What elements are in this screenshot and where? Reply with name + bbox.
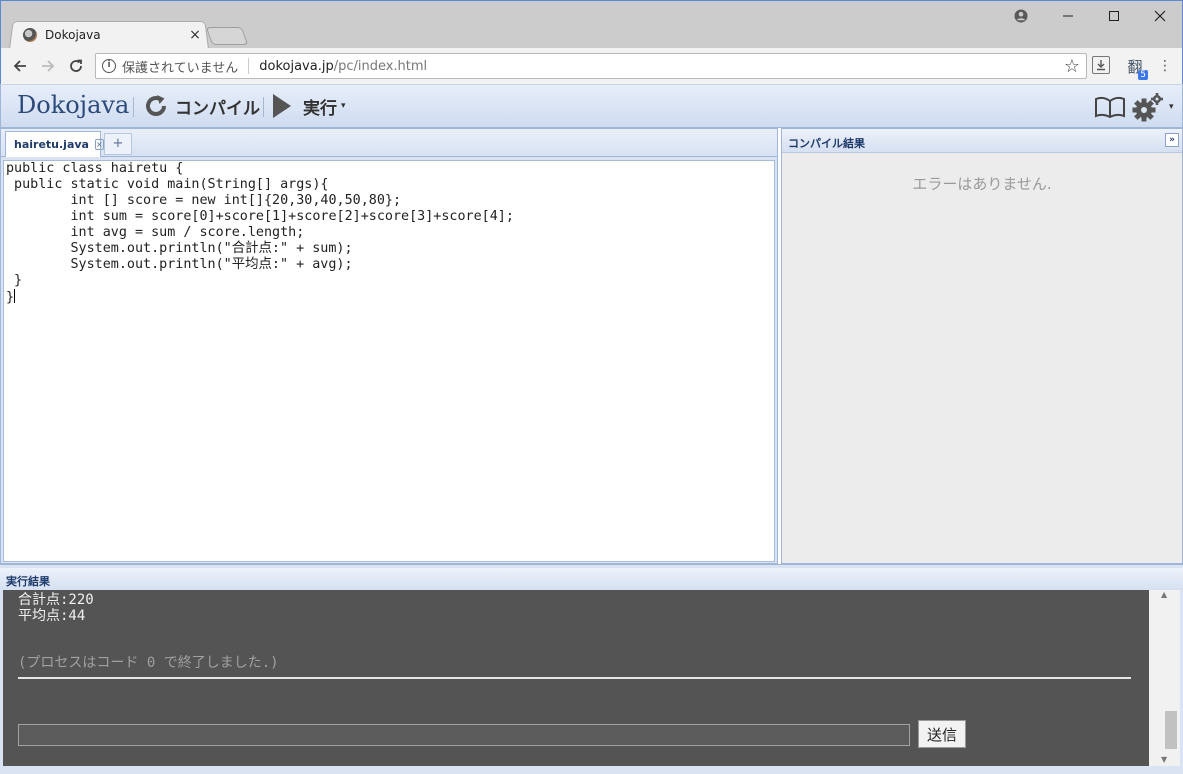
text-cursor [14,289,16,303]
scroll-down-arrow-icon[interactable]: ▼ [1161,755,1167,764]
run-result-pane: 実行結果 合計点:220 平均点:44 (プロセスはコード 0 で終了しました.… [0,564,1183,774]
gear-icon [1132,93,1163,122]
app-logo[interactable]: Dokojava [17,91,129,119]
console-scrollbar[interactable]: ▲ ▼ [1149,590,1180,766]
maximize-button[interactable] [1094,5,1134,27]
console-divider [18,677,1131,679]
compile-result-header: コンパイル結果 » [782,129,1182,153]
forward-button[interactable] [36,54,60,78]
send-button[interactable]: 送信 [918,720,966,748]
toolbar-divider [263,97,264,117]
console-output-line: 平均点:44 [18,608,86,624]
run-dropdown-caret-icon[interactable]: ▾ [341,101,346,111]
code-text: } [6,290,15,305]
back-button[interactable] [8,54,32,78]
bookmark-star-icon[interactable]: ☆ [1064,56,1080,77]
process-exit-message: (プロセスはコード 0 で終了しました.) [18,655,279,671]
file-tab-bar: hairetu.java × + [1,129,777,157]
not-secure-label: 保護されていません [122,60,239,76]
reload-button[interactable] [64,54,88,78]
stdin-input[interactable] [18,724,910,746]
download-extension-icon[interactable] [1092,56,1110,74]
code-line: public class hairetu { [6,161,184,176]
scrollbar-thumb[interactable] [1165,711,1177,749]
compile-result-pane: コンパイル結果 » エラーはありません. [781,128,1183,564]
code-line: int [] score = new int[]{20,30,40,50,80}… [6,193,402,208]
run-result-header: 実行結果 [0,568,1183,590]
compile-status-message: エラーはありません. [912,175,1052,193]
minimize-button[interactable] [1048,5,1088,27]
file-tab-label: hairetu.java [14,138,89,151]
code-line: System.out.println("平均点:" + avg); [6,257,353,272]
compile-button[interactable]: コンパイル [143,91,260,121]
code-line: System.out.println("合計点:" + sum); [6,241,353,256]
close-window-button[interactable] [1140,5,1180,27]
add-file-tab-button[interactable]: + [104,133,132,155]
omnibox-divider [248,58,250,74]
code-line-last: } [4,289,774,306]
browser-address-bar: i 保護されていません dokojava.jp /pc/index.html ☆… [0,48,1183,84]
run-button[interactable]: 実行 ▾ [273,91,346,121]
url-omnibox[interactable]: i 保護されていません dokojava.jp /pc/index.html ☆ [95,53,1087,79]
collapse-pane-button[interactable]: » [1165,133,1179,147]
dokojava-favicon-icon [23,28,37,42]
settings-button[interactable]: ▾ [1131,91,1179,123]
translate-badge: 5 [1138,70,1148,80]
code-line: public static void main(String[] args){ [6,177,329,192]
console-output: 合計点:220 平均点:44 (プロセスはコード 0 で終了しました.) 送信 [3,590,1149,766]
compile-refresh-icon [146,95,166,116]
browser-tab[interactable]: Dokojava × [23,25,203,45]
url-path: /pc/index.html [333,58,428,74]
run-label: 実行 [303,98,337,119]
translate-extension-icon[interactable]: 翻 5 [1125,56,1148,80]
file-tab-hairetu[interactable]: hairetu.java × [5,131,104,157]
browser-titlebar: Dokojava × [0,0,1183,49]
new-tab-button[interactable] [205,27,249,45]
url-host: dokojava.jp [259,58,334,74]
site-info-icon[interactable]: i [102,59,116,73]
browser-menu-icon[interactable]: ⋮ [1155,56,1175,76]
settings-dropdown-caret-icon[interactable]: ▾ [1169,102,1174,112]
code-line: int avg = sum / score.length; [6,225,305,240]
close-tab-icon[interactable]: × [187,27,203,43]
code-editor[interactable]: public class hairetu { public static voi… [3,160,775,562]
compile-result-title: コンパイル結果 [788,137,865,150]
editor-pane: hairetu.java × + public class hairetu { … [0,128,778,564]
run-play-icon [273,94,291,118]
scroll-up-arrow-icon[interactable]: ▲ [1161,590,1167,599]
code-line: int sum = score[0]+score[1]+score[2]+sco… [6,209,514,224]
run-result-title: 実行結果 [6,575,50,588]
book-manual-icon[interactable] [1094,95,1126,119]
app-toolbar: Dokojava コンパイル 実行 ▾ ▾ [0,84,1183,128]
browser-tab-title: Dokojava [45,28,101,42]
toolbar-divider [133,97,134,117]
compile-label: コンパイル [175,98,260,119]
console-output-line: 合計点:220 [18,592,94,608]
code-line: } [6,273,23,288]
profile-icon[interactable] [1001,5,1041,27]
close-file-tab-icon[interactable]: × [94,139,104,150]
